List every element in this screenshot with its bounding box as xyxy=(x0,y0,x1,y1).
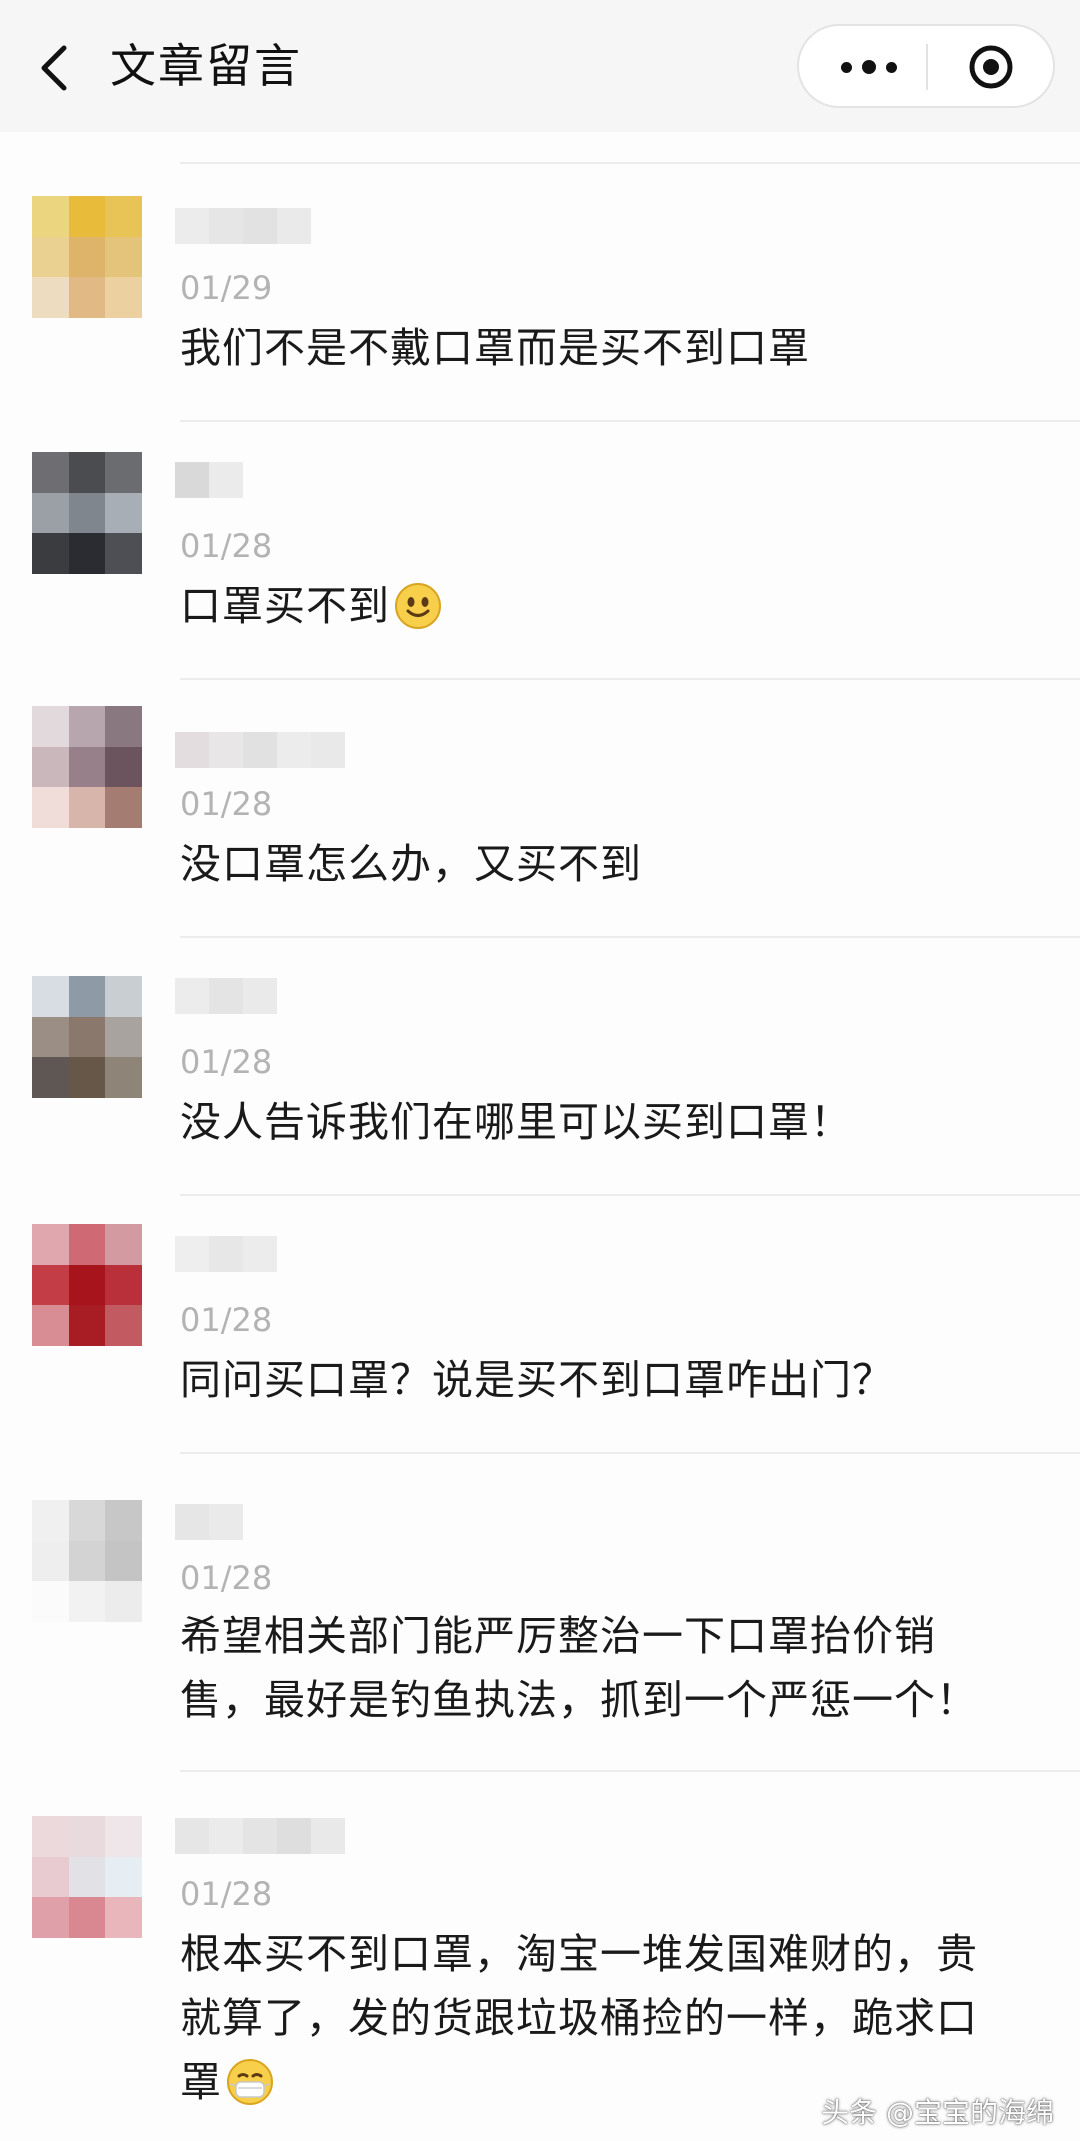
divider xyxy=(180,1194,1080,1196)
divider xyxy=(180,1452,1080,1454)
nickname-blur-block xyxy=(277,208,311,244)
nickname-blur-block xyxy=(209,208,243,244)
comment-date: 01/28 xyxy=(180,1301,273,1339)
nickname-blur-block xyxy=(243,978,277,1014)
nickname-blur-block xyxy=(277,732,311,768)
nickname-blurred[interactable] xyxy=(175,1236,277,1272)
comment-date: 01/28 xyxy=(180,1559,273,1597)
comment-text-body: 口罩买不到 xyxy=(180,582,390,630)
comment-text: 希望相关部门能严厉整治一下口罩抬价销售，最好是钓鱼执法，抓到一个严惩一个！ xyxy=(180,1612,978,1724)
page-title: 文章留言 xyxy=(110,39,302,93)
nickname-blur-block xyxy=(175,1504,209,1540)
comment-text: 没口罩怎么办，又买不到 xyxy=(180,840,642,888)
nickname-blur-block xyxy=(175,208,209,244)
nickname-blur-block xyxy=(175,978,209,1014)
nickname-blur-block xyxy=(311,732,345,768)
avatar[interactable] xyxy=(32,706,142,828)
nickname-blur-block xyxy=(243,1236,277,1272)
divider xyxy=(180,678,1080,680)
avatar[interactable] xyxy=(32,1816,142,1938)
nickname-blur-block xyxy=(175,1236,209,1272)
divider xyxy=(180,420,1080,422)
nickname-blur-block xyxy=(209,462,243,498)
nickname-blur-block xyxy=(209,732,243,768)
nickname-blur-block xyxy=(243,732,277,768)
nickname-blur-block xyxy=(209,978,243,1014)
divider xyxy=(180,1770,1080,1772)
nickname-blur-block xyxy=(209,1818,243,1854)
mask-emoji-icon xyxy=(227,2059,273,2105)
comment-date: 01/28 xyxy=(180,527,273,565)
nickname-blur-block xyxy=(311,1818,345,1854)
nickname-blurred[interactable] xyxy=(175,1504,243,1540)
nickname-blur-block xyxy=(209,1236,243,1272)
comment-date: 01/29 xyxy=(180,269,273,307)
nickname-blurred[interactable] xyxy=(175,1818,345,1854)
comment-text: 同问买口罩？说是买不到口罩咋出门？ xyxy=(180,1356,894,1404)
divider xyxy=(180,936,1080,938)
comment-date: 01/28 xyxy=(180,1043,273,1081)
nickname-blur-block xyxy=(277,1818,311,1854)
mini-program-capsule xyxy=(797,24,1055,108)
watermark: 头条 @宝宝的海绵 xyxy=(821,2096,1054,2129)
nickname-blurred[interactable] xyxy=(175,208,311,244)
back-chevron-icon[interactable] xyxy=(36,44,76,92)
comment-text-body: 根本买不到口罩，淘宝一堆发国难财的，贵就算了，发的货跟垃圾桶捡的一样，跪求口罩 xyxy=(180,1930,978,2106)
comment-text: 根本买不到口罩，淘宝一堆发国难财的，贵就算了，发的货跟垃圾桶捡的一样，跪求口罩 xyxy=(180,1922,1010,2114)
nickname-blur-block xyxy=(243,1818,277,1854)
close-mini-program-icon[interactable] xyxy=(968,44,1014,90)
nickname-blur-block xyxy=(175,1818,209,1854)
comment-text: 没人告诉我们在哪里可以买到口罩！ xyxy=(180,1098,852,1146)
comment-text: 口罩买不到 xyxy=(180,574,1020,638)
avatar[interactable] xyxy=(32,1500,142,1622)
nickname-blur-block xyxy=(243,208,277,244)
nickname-blur-block xyxy=(175,462,209,498)
more-options-icon[interactable] xyxy=(829,50,909,84)
avatar[interactable] xyxy=(32,452,142,574)
comment-date: 01/28 xyxy=(180,1875,273,1913)
divider xyxy=(180,162,1080,164)
nickname-blur-block xyxy=(175,732,209,768)
comment-date: 01/28 xyxy=(180,785,273,823)
slightly-smiling-emoji-icon xyxy=(395,583,441,629)
comment-text: 我们不是不戴口罩而是买不到口罩 xyxy=(180,324,810,372)
capsule-divider xyxy=(926,44,928,90)
avatar[interactable] xyxy=(32,976,142,1098)
avatar[interactable] xyxy=(32,1224,142,1346)
nickname-blurred[interactable] xyxy=(175,732,345,768)
avatar[interactable] xyxy=(32,196,142,318)
nickname-blurred[interactable] xyxy=(175,978,277,1014)
nickname-blur-block xyxy=(209,1504,243,1540)
top-navigation-bar: 文章留言 xyxy=(0,0,1080,132)
nickname-blurred[interactable] xyxy=(175,462,243,498)
